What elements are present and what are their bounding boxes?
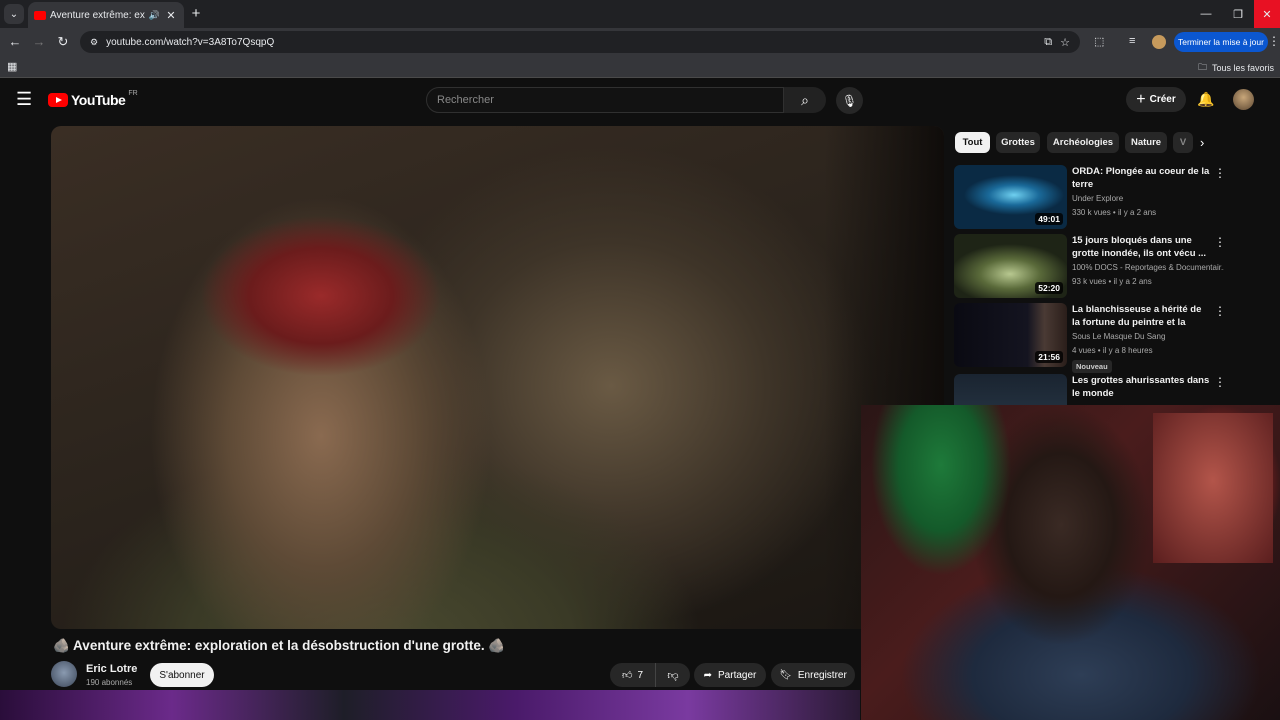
chip-nature[interactable]: Nature xyxy=(1125,132,1167,153)
share-button[interactable]: ➦ Partager xyxy=(694,663,766,687)
youtube-masthead: ☰ YouTube FR Rechercher ⌕ 🎙 + Créer 🔔 xyxy=(0,78,1280,122)
more-actions-icon[interactable]: ⋮ xyxy=(1214,166,1224,180)
reload-icon[interactable]: ↻ xyxy=(55,34,71,50)
thumbs-up-icon: 👍︎ xyxy=(622,669,632,681)
description-area-preview xyxy=(0,690,860,720)
duration-badge: 21:56 xyxy=(1035,351,1063,363)
youtube-wordmark: YouTube xyxy=(71,92,125,108)
recommendation-channel[interactable]: Under Explore xyxy=(1072,194,1224,203)
video-thumbnail[interactable]: 52:20 xyxy=(954,234,1067,298)
share-label: Partager xyxy=(718,670,756,681)
channel-avatar[interactable] xyxy=(51,661,77,687)
minimize-window-button[interactable]: — xyxy=(1190,0,1222,28)
chip-truncated[interactable]: V xyxy=(1173,132,1193,153)
close-window-button[interactable]: ✕ xyxy=(1254,0,1280,28)
youtube-favicon-icon xyxy=(34,11,46,20)
recommendation-title[interactable]: Les grottes ahurissantes dans le monde xyxy=(1072,374,1210,400)
recommendation-channel[interactable]: 100% DOCS - Reportages & Documentair... xyxy=(1072,263,1224,272)
duration-badge: 49:01 xyxy=(1035,213,1063,225)
plus-icon: + xyxy=(1136,91,1145,109)
chip-archeologies[interactable]: Archéologies xyxy=(1047,132,1119,153)
recommendation-meta: 4 vues • il y a 8 heures xyxy=(1072,346,1153,355)
bookmark-icon: 🔖︎ xyxy=(779,670,792,681)
like-count: 7 xyxy=(637,670,643,681)
recommendation-meta: 330 k vues • il y a 2 ans xyxy=(1072,208,1156,217)
url-text[interactable]: youtube.com/watch?v=3A8To7QsqpQ xyxy=(106,37,1036,48)
video-title: 🪨 Aventure extrême: exploration et la dé… xyxy=(53,638,853,654)
share-arrow-icon: ➦ xyxy=(704,670,712,681)
tab-title: Aventure extrême: exploration xyxy=(50,10,145,21)
youtube-logo[interactable]: YouTube FR xyxy=(48,92,138,108)
video-thumbnail[interactable]: 49:01 xyxy=(954,165,1067,229)
youtube-play-logo-icon xyxy=(48,93,68,107)
back-arrow-icon[interactable]: ← xyxy=(7,34,23,49)
site-info-icon[interactable]: ⚙ xyxy=(90,37,98,48)
menu-hamburger-icon[interactable]: ☰ xyxy=(16,89,32,110)
account-avatar[interactable] xyxy=(1233,89,1254,110)
recommendation-item[interactable]: 52:20 15 jours bloqués dans une grotte i… xyxy=(954,234,1234,298)
create-button[interactable]: + Créer xyxy=(1126,87,1186,112)
recommendation-item[interactable]: 21:56 La blanchisseuse a hérité de la fo… xyxy=(954,303,1234,367)
search-button[interactable]: ⌕ xyxy=(784,87,826,113)
browser-tab-active[interactable]: Aventure extrême: exploration 🔊 ✕ xyxy=(28,2,184,28)
like-button[interactable]: 👍︎ 7 xyxy=(610,663,656,687)
browser-toolbar: ← → ↻ ⚙ youtube.com/watch?v=3A8To7QsqpQ … xyxy=(0,28,1280,56)
apps-grid-icon[interactable]: ▦ xyxy=(7,60,17,73)
webcam-overlay xyxy=(861,405,1280,720)
recommendation-title[interactable]: La blanchisseuse a hérité de la fortune … xyxy=(1072,303,1210,329)
save-label: Enregistrer xyxy=(798,670,847,681)
recommendation-meta: 93 k vues • il y a 2 ans xyxy=(1072,277,1152,286)
folder-icon: 🗀 xyxy=(1198,60,1207,76)
chip-all[interactable]: Tout xyxy=(955,132,990,153)
bookmark-star-icon[interactable]: ☆ xyxy=(1060,36,1070,49)
reading-list-icon[interactable]: ≡ xyxy=(1129,35,1135,47)
screen: ⌄ Aventure extrême: exploration 🔊 ✕ + — … xyxy=(0,0,1280,720)
all-bookmarks-button[interactable]: 🗀 Tous les favoris xyxy=(1198,60,1274,76)
new-badge: Nouveau xyxy=(1072,360,1112,373)
more-actions-icon[interactable]: ⋮ xyxy=(1214,235,1224,249)
create-label: Créer xyxy=(1150,94,1176,105)
duration-badge: 52:20 xyxy=(1035,282,1063,294)
recommendation-title[interactable]: 15 jours bloqués dans une grotte inondée… xyxy=(1072,234,1210,260)
thumbs-down-icon: 👎︎ xyxy=(667,669,678,682)
finish-update-button[interactable]: Terminer la mise à jour xyxy=(1174,32,1268,52)
voice-search-button[interactable]: 🎙 xyxy=(836,87,863,114)
chip-grottes[interactable]: Grottes xyxy=(996,132,1040,153)
recommendation-item[interactable]: 49:01 ORDA: Plongée au coeur de la terre… xyxy=(954,165,1234,229)
recommendation-channel[interactable]: Sous Le Masque Du Sang xyxy=(1072,332,1224,341)
region-code: FR xyxy=(128,90,137,97)
new-tab-button[interactable]: + xyxy=(188,5,204,22)
close-tab-icon[interactable]: ✕ xyxy=(164,9,178,22)
channel-name[interactable]: Eric Lotre xyxy=(86,663,137,675)
forward-arrow-icon[interactable]: → xyxy=(31,34,47,49)
subscriber-count: 190 abonnés xyxy=(86,678,132,687)
audio-playing-icon[interactable]: 🔊 xyxy=(149,10,160,21)
video-thumbnail[interactable]: 21:56 xyxy=(954,303,1067,367)
profile-avatar-icon[interactable] xyxy=(1152,35,1166,49)
like-dislike-group: 👍︎ 7 👎︎ xyxy=(610,663,690,687)
extensions-icon[interactable]: ⬚ xyxy=(1094,35,1104,48)
bookmarks-bar: ▦ 🗀 Tous les favoris xyxy=(0,56,1280,78)
chips-next-chevron-icon[interactable]: › xyxy=(1200,135,1204,150)
install-app-icon[interactable]: ⧉ xyxy=(1044,36,1052,49)
save-button[interactable]: 🔖︎ Enregistrer xyxy=(771,663,855,687)
recommendation-title[interactable]: ORDA: Plongée au coeur de la terre xyxy=(1072,165,1210,191)
wall-poster xyxy=(1153,413,1273,563)
notifications-bell-icon[interactable]: 🔔 xyxy=(1197,91,1214,108)
restore-window-button[interactable]: ❐ xyxy=(1222,0,1254,28)
video-player[interactable] xyxy=(51,126,944,629)
more-actions-icon[interactable]: ⋮ xyxy=(1214,304,1224,318)
search-icon: ⌕ xyxy=(801,92,809,109)
tab-search-chevron-icon[interactable]: ⌄ xyxy=(4,4,24,24)
browser-menu-icon[interactable]: ⋮ xyxy=(1268,34,1280,48)
microphone-icon: 🎙 xyxy=(842,94,857,108)
all-bookmarks-label: Tous les favoris xyxy=(1212,63,1274,73)
subscribe-button[interactable]: S'abonner xyxy=(150,663,214,687)
browser-tab-strip: ⌄ Aventure extrême: exploration 🔊 ✕ + — … xyxy=(0,0,1280,28)
address-bar[interactable]: ⚙ youtube.com/watch?v=3A8To7QsqpQ ⧉ ☆ xyxy=(80,31,1080,53)
more-actions-icon[interactable]: ⋮ xyxy=(1214,375,1224,389)
dislike-button[interactable]: 👎︎ xyxy=(656,663,690,687)
search-input[interactable]: Rechercher xyxy=(426,87,784,113)
